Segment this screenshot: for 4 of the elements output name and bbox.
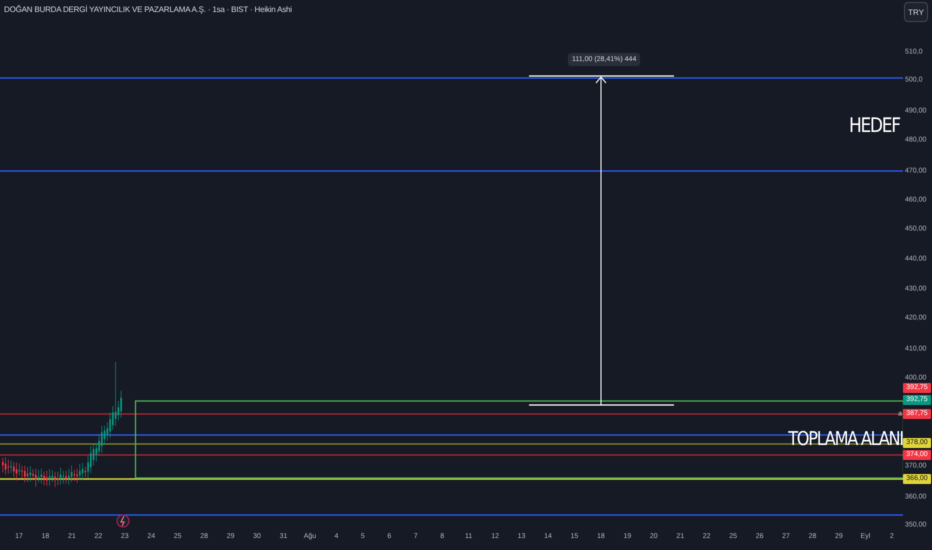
lightning-icon	[116, 514, 130, 528]
currency-button[interactable]: TRY	[904, 2, 928, 22]
chart-title: DOĞAN BURDA DERGİ YAYINCILIK VE PAZARLAMA A.Ş. · 1sa · BIST · Heikin Ashi	[4, 5, 292, 14]
chart-annotation: HEDEF	[849, 113, 900, 137]
